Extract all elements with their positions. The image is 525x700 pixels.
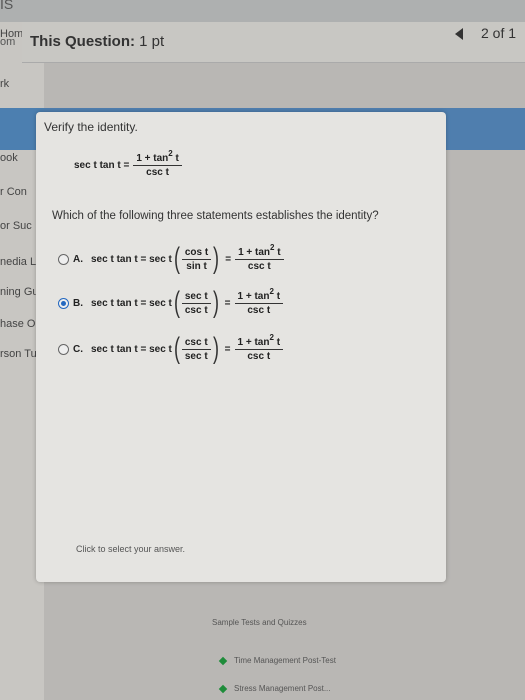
option-c-paren-fraction: csc t sec t bbox=[181, 336, 211, 363]
sidebar-item-work[interactable]: rk bbox=[0, 78, 9, 90]
option-b[interactable]: B. sec t tan t = sec t ( sec t csc t ) =… bbox=[58, 286, 284, 319]
link-sample-tests[interactable]: Sample Tests and Quizzes bbox=[212, 618, 307, 627]
left-paren-icon: ( bbox=[173, 286, 180, 319]
option-c[interactable]: C. sec t tan t = sec t ( csc t sec t ) =… bbox=[58, 332, 284, 365]
right-paren-icon: ) bbox=[212, 332, 219, 365]
sidebar-item-media[interactable]: nedia L bbox=[0, 256, 36, 268]
option-a-rhs-fraction: 1 + tan2 t csc t bbox=[235, 243, 284, 273]
right-paren-icon: ) bbox=[213, 242, 220, 275]
equals-sign: = bbox=[225, 253, 232, 265]
left-paren-icon: ( bbox=[173, 332, 180, 365]
top-fragment: IS bbox=[0, 0, 14, 12]
option-a-lhs: sec t tan t = sec t bbox=[91, 253, 172, 265]
equals-sign: = bbox=[224, 297, 231, 309]
diamond-bullet-icon bbox=[218, 656, 228, 666]
header-left-partial: om bbox=[0, 36, 16, 48]
link-time-management[interactable]: Time Management Post-Test bbox=[218, 656, 336, 666]
question-prompt: Which of the following three statements … bbox=[52, 210, 379, 222]
option-c-lhs: sec t tan t = sec t bbox=[91, 343, 172, 355]
question-pager: 2 of 1 bbox=[443, 22, 525, 48]
question-card: Verify the identity. sec t tan t = 1 + t… bbox=[36, 112, 446, 582]
top-strip: IS bbox=[0, 0, 525, 22]
question-title-bold: This Question: bbox=[30, 33, 135, 50]
option-b-radio[interactable] bbox=[58, 297, 69, 309]
identity-numerator: 1 + tan2 t bbox=[133, 149, 182, 166]
instruction-text: Verify the identity. bbox=[44, 120, 138, 134]
click-hint: Click to select your answer. bbox=[76, 544, 186, 554]
option-c-radio[interactable] bbox=[58, 343, 69, 355]
sidebar-item-content[interactable]: r Con bbox=[0, 186, 27, 198]
sidebar-item-pearson-tutor[interactable]: rson Tut bbox=[0, 348, 40, 360]
diamond-bullet-icon bbox=[218, 684, 228, 694]
equals-sign: = bbox=[224, 343, 231, 355]
option-a-paren-fraction: cos t sin t bbox=[181, 246, 212, 273]
question-count: 2 of 1 bbox=[481, 25, 517, 41]
identity-denominator: csc t bbox=[146, 167, 169, 178]
identity-lhs: sec t tan t = bbox=[74, 160, 130, 171]
option-b-letter: B. bbox=[73, 297, 83, 309]
prev-arrow-icon[interactable] bbox=[455, 28, 463, 40]
identity-fraction: 1 + tan2 t csc t bbox=[133, 149, 182, 179]
left-paren-icon: ( bbox=[173, 242, 180, 275]
option-c-letter: C. bbox=[73, 343, 83, 355]
question-points: 1 pt bbox=[135, 33, 165, 50]
option-a[interactable]: A. sec t tan t = sec t ( cos t sin t ) =… bbox=[58, 242, 284, 275]
identity-equation: sec t tan t = 1 + tan2 t csc t bbox=[74, 149, 182, 179]
option-a-radio[interactable] bbox=[58, 253, 69, 265]
sidebar-item-success[interactable]: or Suc bbox=[0, 220, 32, 232]
option-c-rhs-fraction: 1 + tan2 t csc t bbox=[234, 333, 284, 363]
sidebar-item-learning-guide[interactable]: ning Gui bbox=[0, 286, 41, 298]
link-stress-management[interactable]: Stress Management Post... bbox=[218, 684, 331, 694]
option-b-lhs: sec t tan t = sec t bbox=[91, 297, 172, 309]
right-paren-icon: ) bbox=[212, 286, 219, 319]
option-b-rhs-fraction: 1 + tan2 t csc t bbox=[234, 287, 284, 317]
sidebar-item-book[interactable]: ook bbox=[0, 152, 18, 164]
option-b-paren-fraction: sec t csc t bbox=[181, 290, 211, 317]
question-title: This Question: 1 pt bbox=[30, 33, 164, 50]
option-a-letter: A. bbox=[73, 253, 83, 265]
